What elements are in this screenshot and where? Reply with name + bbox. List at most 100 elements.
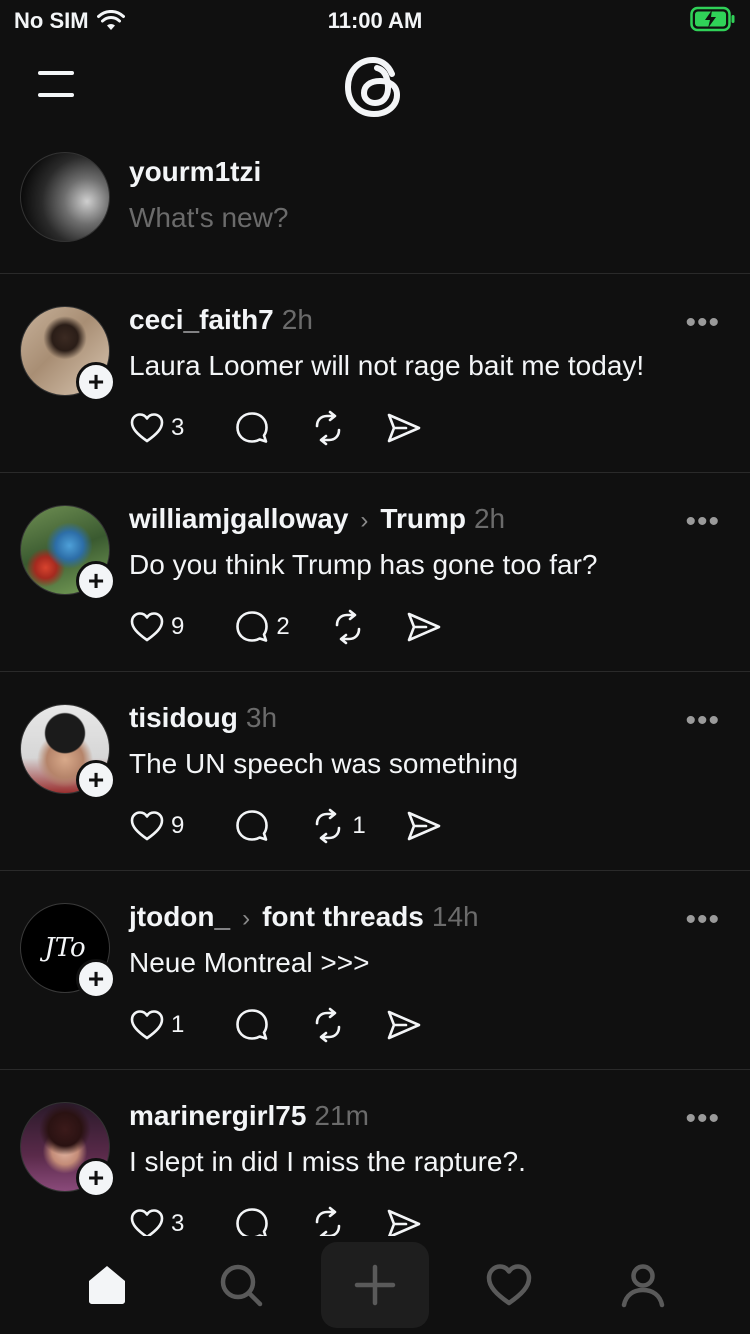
post[interactable]: + ceci_faith7 2h ••• Laura Loomer will n… xyxy=(0,274,750,473)
author-name[interactable]: tisidoug xyxy=(129,702,238,734)
author-name[interactable]: jtodon_ xyxy=(129,901,230,933)
like-button[interactable]: 9 xyxy=(129,808,184,844)
topic-tag[interactable]: font threads xyxy=(262,901,424,933)
more-options-icon[interactable]: ••• xyxy=(685,1102,720,1136)
heart-icon xyxy=(130,1010,164,1040)
heart-icon xyxy=(130,413,164,443)
heart-icon xyxy=(130,612,164,642)
post-time: 2h xyxy=(473,503,506,534)
chevron-right-icon: › xyxy=(360,507,369,534)
like-button[interactable]: 3 xyxy=(129,410,184,446)
post-text: Do you think Trump has gone too far? xyxy=(129,549,598,580)
post[interactable]: + williamjgalloway › Trump 2h ••• Do you… xyxy=(0,473,750,672)
more-options-icon[interactable]: ••• xyxy=(685,903,720,937)
topic-tag[interactable]: Trump xyxy=(380,503,466,535)
search-icon xyxy=(220,1264,263,1307)
top-bar xyxy=(0,42,750,132)
tab-search[interactable] xyxy=(211,1258,271,1312)
tab-profile[interactable] xyxy=(613,1258,673,1312)
composer-username: yourm1tzi xyxy=(129,156,262,187)
like-button[interactable]: 9 xyxy=(129,609,184,645)
post-actions: 3 xyxy=(129,410,462,446)
comment-icon xyxy=(236,412,269,443)
like-count: 1 xyxy=(171,1011,185,1038)
send-icon xyxy=(388,413,421,443)
repost-icon xyxy=(316,808,341,844)
new-thread-input[interactable]: What's new? xyxy=(129,202,288,234)
post-text: I slept in did I miss the rapture?. xyxy=(129,1146,526,1177)
post[interactable]: JTo + jtodon_ › font threads 14h ••• Neu… xyxy=(0,871,750,1070)
repost-button[interactable] xyxy=(310,1007,346,1043)
post-text: Neue Montreal >>> xyxy=(129,947,370,978)
post-header: williamjgalloway › Trump 2h xyxy=(129,503,505,535)
share-button[interactable] xyxy=(386,410,422,446)
post-time: 2h xyxy=(281,304,313,335)
threads-logo-icon[interactable] xyxy=(340,52,410,122)
battery-area xyxy=(690,6,736,38)
repost-icon xyxy=(316,410,341,446)
heart-icon xyxy=(130,811,164,841)
send-icon xyxy=(407,612,441,642)
share-button[interactable] xyxy=(406,609,442,645)
profile-icon xyxy=(621,1264,665,1308)
repost-icon xyxy=(335,609,361,645)
avatar-monogram: JTo xyxy=(44,933,86,963)
send-icon xyxy=(388,1010,421,1040)
post-text: Laura Loomer will not rage bait me today… xyxy=(129,350,645,381)
reply-button[interactable]: 2 xyxy=(234,609,290,645)
author-name[interactable]: marinergirl75 xyxy=(129,1100,306,1132)
chevron-right-icon: › xyxy=(242,905,251,932)
post-header: tisidoug 3h xyxy=(129,702,277,734)
follow-plus-icon[interactable]: + xyxy=(76,1158,116,1198)
reply-button[interactable] xyxy=(234,1007,270,1043)
share-button[interactable] xyxy=(386,1007,422,1043)
post-time: 3h xyxy=(245,702,278,733)
author-name[interactable]: ceci_faith7 xyxy=(129,304,274,336)
status-time: 11:00 AM xyxy=(327,8,423,33)
status-bar: No SIM 11:00 AM xyxy=(0,0,750,42)
composer: yourm1tzi What's new? xyxy=(0,132,750,274)
like-button[interactable]: 1 xyxy=(129,1007,184,1043)
battery-charging-icon xyxy=(690,6,735,32)
post-text: The UN speech was something xyxy=(129,748,519,779)
post-time: 14h xyxy=(431,901,479,932)
post-header: ceci_faith7 2h xyxy=(129,304,313,336)
reply-button[interactable] xyxy=(234,410,270,446)
like-count: 9 xyxy=(171,812,185,839)
post-actions: 1 xyxy=(129,1007,462,1043)
tab-activity[interactable] xyxy=(479,1258,539,1312)
avatar[interactable] xyxy=(20,152,110,242)
comment-icon xyxy=(236,1009,269,1040)
post-actions: 9 1 xyxy=(129,808,482,844)
follow-plus-icon[interactable]: + xyxy=(76,959,116,999)
repost-button[interactable]: 1 xyxy=(310,808,366,844)
more-options-icon[interactable]: ••• xyxy=(685,505,720,539)
tab-home[interactable] xyxy=(77,1258,137,1312)
post[interactable]: + tisidoug 3h ••• The UN speech was some… xyxy=(0,672,750,871)
repost-icon xyxy=(316,1007,341,1043)
comment-icon xyxy=(236,810,269,841)
reply-count: 2 xyxy=(276,613,290,640)
more-options-icon[interactable]: ••• xyxy=(685,704,720,738)
more-options-icon[interactable]: ••• xyxy=(685,306,720,340)
share-button[interactable] xyxy=(406,808,442,844)
author-name[interactable]: williamjgalloway xyxy=(129,503,348,535)
hamburger-menu-icon[interactable] xyxy=(36,68,76,100)
tab-compose[interactable] xyxy=(321,1242,429,1328)
reply-button[interactable] xyxy=(234,808,270,844)
post-time: 21m xyxy=(314,1100,369,1131)
follow-plus-icon[interactable]: + xyxy=(76,561,116,601)
follow-plus-icon[interactable]: + xyxy=(76,760,116,800)
activity-heart-icon xyxy=(486,1264,532,1306)
post-header: jtodon_ › font threads 14h xyxy=(129,901,479,933)
like-count: 3 xyxy=(171,1210,185,1237)
repost-button[interactable] xyxy=(310,410,346,446)
follow-plus-icon[interactable]: + xyxy=(76,362,116,402)
post-actions: 9 2 xyxy=(129,609,482,645)
repost-button[interactable] xyxy=(330,609,366,645)
like-count: 9 xyxy=(171,613,185,640)
send-icon xyxy=(407,811,441,841)
post-header: marinergirl75 21m xyxy=(129,1100,369,1132)
tab-bar xyxy=(0,1236,750,1334)
home-icon xyxy=(89,1266,125,1304)
